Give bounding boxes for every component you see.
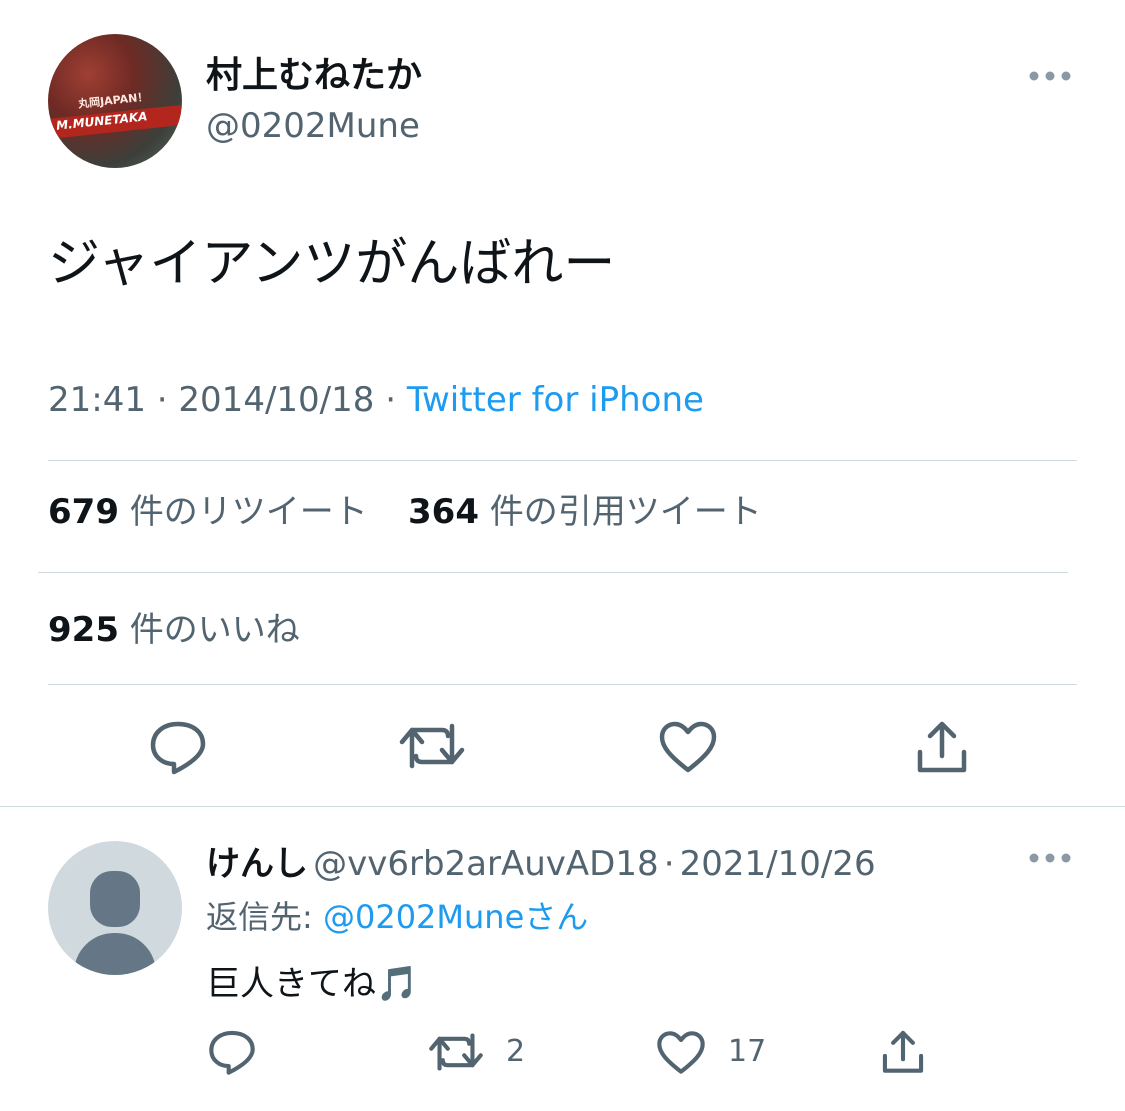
divider (48, 460, 1077, 461)
likes-stat[interactable]: 925 件のいいね (48, 608, 300, 652)
author-name[interactable]: 村上むねたか (206, 54, 422, 98)
more-horizontal-icon[interactable] (1026, 846, 1074, 870)
avatar-caption: 丸岡JAPAN！ (77, 90, 149, 111)
retweets-label: 件のリツイート (129, 492, 368, 532)
reply-to-suffix: さん (524, 898, 589, 936)
reply-icon[interactable] (207, 1028, 257, 1076)
quotes-stat[interactable]: 364 件の引用ツイート (408, 490, 762, 534)
divider (0, 806, 1125, 807)
heart-icon[interactable] (658, 720, 718, 774)
author-handle[interactable]: @0202Mune (206, 104, 420, 148)
tweet-time: 21:41 (48, 380, 146, 420)
reply-like-count: 17 (728, 1034, 767, 1069)
reply-author-avatar[interactable] (48, 841, 182, 975)
likes-label: 件のいいね (129, 610, 300, 650)
tweet-meta: 21:41 · 2014/10/18 · Twitter for iPhone (48, 380, 704, 420)
reply-retweet-count: 2 (506, 1034, 526, 1069)
reply-author-name[interactable]: けんし (206, 844, 308, 884)
divider (48, 684, 1077, 685)
quotes-label: 件の引用ツイート (489, 492, 762, 532)
retweets-count: 679 (48, 492, 119, 532)
share-icon[interactable] (914, 716, 970, 776)
retweet-icon[interactable] (428, 1030, 484, 1074)
retweet-icon[interactable] (398, 720, 466, 772)
reply-icon[interactable] (148, 718, 208, 776)
author-avatar[interactable]: 丸岡JAPAN！ M.MUNETAKA (48, 34, 182, 168)
reply-date[interactable]: 2021/10/26 (680, 844, 876, 884)
reply-header: けんし @vv6rb2arAuvAD18 · 2021/10/26 (206, 844, 876, 884)
reply-text: 巨人きてね🎵 (206, 964, 419, 1004)
divider (38, 572, 1068, 573)
reply-to-label: 返信先: (206, 898, 313, 936)
retweets-stat[interactable]: 679 件のリツイート (48, 490, 368, 534)
reply-author-handle[interactable]: @vv6rb2arAuvAD18 (313, 844, 659, 884)
tweet-date: 2014/10/18 (178, 380, 375, 420)
share-icon[interactable] (880, 1026, 926, 1076)
tweet-source-link[interactable]: Twitter for iPhone (407, 380, 704, 420)
heart-icon[interactable] (656, 1030, 706, 1075)
reply-to-handle[interactable]: @0202Mune (323, 898, 524, 936)
reply-to: 返信先: @0202Muneさん (206, 892, 588, 938)
quotes-count: 364 (408, 492, 479, 532)
likes-count: 925 (48, 610, 119, 650)
more-horizontal-icon[interactable] (1026, 64, 1074, 88)
tweet-text: ジャイアンツがんばれー (48, 234, 616, 294)
